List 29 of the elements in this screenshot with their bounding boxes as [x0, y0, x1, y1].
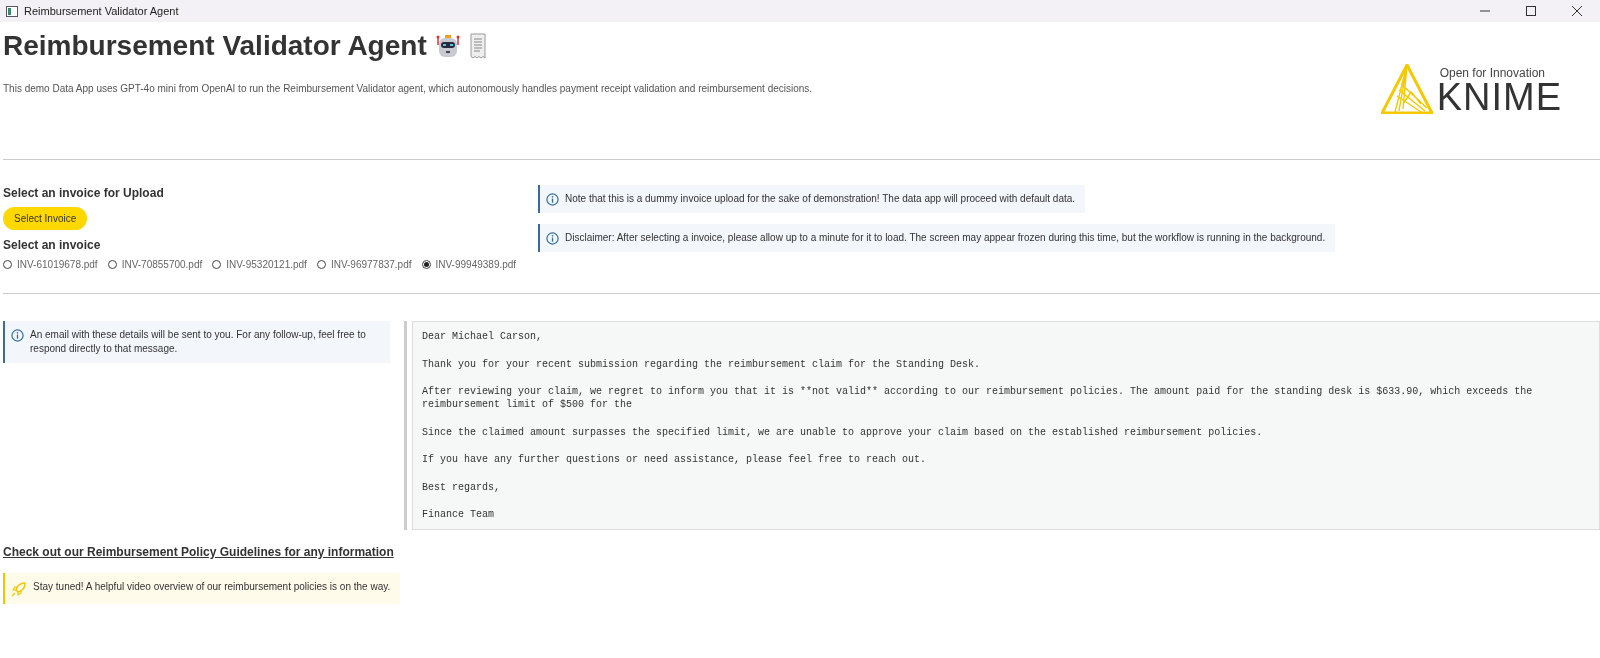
- select-invoice-button[interactable]: Select Invoice: [3, 207, 88, 230]
- radio-label: INV-99949389.pdf: [435, 259, 517, 270]
- radio-label: INV-61019678.pdf: [17, 259, 98, 270]
- robot-icon: [434, 33, 461, 59]
- logo-tagline: Open for Innovation: [1439, 66, 1546, 80]
- close-icon[interactable]: [1572, 6, 1582, 16]
- radio-label: INV-70855700.pdf: [121, 259, 203, 270]
- info-icon: [546, 193, 559, 206]
- section-heading: Select an invoice: [3, 238, 102, 252]
- page-title: Reimbursement Validator Agent: [3, 30, 427, 62]
- window-title: Reimbursement Validator Agent: [24, 5, 179, 17]
- note-text: Stay tuned! A helpful video overview of our reimbursement policies is on the way.: [33, 580, 391, 594]
- policy-guidelines-link[interactable]: Check out our Reimbursement Policy Guidelines for any information: [3, 545, 394, 559]
- note-text: An email with these details will be sent to you. For any follow-up, feel free to respond directly to that message.: [30, 328, 367, 356]
- info-icon: [546, 232, 559, 245]
- description-text: This demo Data App uses GPT-4o mini from OpenAI to run the Reimbursement Validator agent, which autonomously handles payment receipt validation and reimbursement decisions.: [3, 83, 813, 94]
- email-preview: Dear Michael Carson, Thank you for your recent submission regarding the reimbursement claim for the Standing Desk. After reviewing your claim, we regret to inform you that it is **not valid** according to our reimbursement policies. The amount paid for the standing desk is $633.90, which exceeds the reimbursement limit of $500 for the Since the claimed amount surpasses the specified limit, we are unable to approve your claim based on the established reimbursement policies. If you have any further questions or need assistance, please feel free to reach out. Best regards, Finance Team: [412, 321, 1600, 530]
- logo-triangle-icon: [1380, 64, 1433, 114]
- logo-wordmark: KNIME: [1436, 80, 1562, 114]
- section-heading: Select an invoice for Upload: [3, 186, 165, 200]
- rocket-icon: [11, 581, 27, 597]
- app-icon: [6, 5, 18, 17]
- note-text: Note that this is a dummy invoice upload for the sake of demonstration! The data app will proceed with default data.: [565, 192, 1076, 206]
- maximize-icon[interactable]: [1526, 6, 1536, 16]
- info-icon: [11, 329, 24, 342]
- receipt-icon: [468, 33, 487, 59]
- radio-label: INV-96977837.pdf: [330, 259, 412, 270]
- note-text: Disclaimer: After selecting a invoice, please allow up to a minute for it to load. The screen may appear frozen during this time, but the workflow is running in the background.: [565, 231, 1326, 245]
- radio-label: INV-95320121.pdf: [226, 259, 307, 270]
